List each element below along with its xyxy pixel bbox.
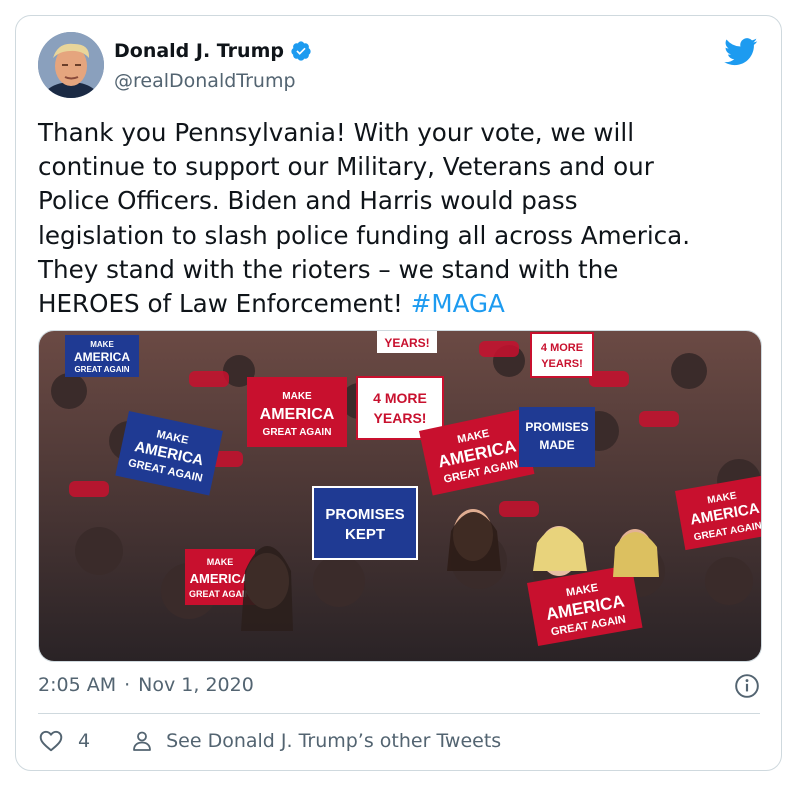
profile-icon: [133, 731, 151, 751]
tweet-text: Thank you Pennsylvania! With your vote, …: [38, 116, 768, 321]
info-icon[interactable]: [734, 673, 760, 699]
verified-badge-icon: [291, 41, 311, 61]
sign-text: YEARS!: [384, 336, 429, 350]
see-other-tweets-label: See Donald J. Trump’s other Tweets: [166, 730, 502, 752]
sign-text: PROMISES: [325, 506, 404, 523]
avatar[interactable]: [38, 32, 104, 98]
see-other-tweets-link[interactable]: See Donald J. Trump’s other Tweets: [130, 729, 501, 753]
sign-text: GREAT AGAIN: [263, 427, 332, 438]
rally-crowd-photo: 4 MORE YEARS! MAKE AMERICA GREAT AGAIN M…: [39, 331, 761, 661]
tweet-line: continue to support our Military, Vetera…: [38, 152, 654, 182]
sign-promises-made: PROMISES MADE: [519, 407, 595, 467]
tweet-line: legislation to slash police funding all …: [38, 220, 691, 250]
sign-text: MAKE: [282, 391, 312, 402]
sign-text: GREAT AGAIN: [74, 365, 129, 374]
tweet-time[interactable]: 2:05 AM: [38, 674, 116, 696]
tweet-date[interactable]: Nov 1, 2020: [138, 674, 254, 696]
sign-text: MAKE: [90, 340, 114, 349]
divider: [38, 713, 760, 714]
author-name-row[interactable]: Donald J. Trump: [114, 40, 312, 62]
author-handle[interactable]: @realDonaldTrump: [114, 70, 296, 92]
tweet-timestamp[interactable]: 2:05 AM · Nov 1, 2020: [38, 674, 254, 696]
tweet-line: Police Officers. Biden and Harris would …: [38, 186, 578, 216]
like-count: 4: [78, 730, 91, 752]
like-button[interactable]: 4: [38, 728, 90, 754]
tweet-line: They stand with the rioters – we stand w…: [38, 254, 619, 284]
sign-make-america-great-again: MAKE AMERICA GREAT AGAIN: [247, 377, 347, 447]
sign-text: 4 MORE: [373, 390, 427, 406]
twitter-bird-icon[interactable]: [724, 38, 758, 66]
timestamp-separator: ·: [124, 674, 131, 696]
sign-text: MADE: [539, 438, 574, 452]
sign-text: MAKE: [207, 557, 234, 567]
sign-text: 4 MORE: [541, 342, 583, 354]
sign-text: KEPT: [345, 526, 385, 543]
sign-text: GREAT AGAIN: [189, 589, 251, 599]
tweet-line: Thank you Pennsylvania! With your vote, …: [38, 118, 635, 147]
sign-text: AMERICA: [190, 571, 251, 586]
tweet-line: HEROES of Law Enforcement!: [38, 289, 403, 319]
avatar-portrait-icon: [38, 32, 104, 98]
tweet-media-photo[interactable]: 4 MORE YEARS! MAKE AMERICA GREAT AGAIN M…: [38, 330, 762, 662]
sign-text: AMERICA: [260, 406, 335, 423]
sign-make-america-great-again-left: MAKE AMERICA GREAT AGAIN: [65, 335, 139, 377]
sign-4-more-years-top: 4 MORE YEARS!: [530, 332, 594, 378]
display-name[interactable]: Donald J. Trump: [114, 40, 284, 62]
tweet-card[interactable]: Donald J. Trump @realDonaldTrump Thank y…: [15, 15, 782, 771]
tweet-action-bar: 4 See Donald J. Trump’s other Tweets: [38, 728, 501, 754]
sign-years: YEARS!: [377, 331, 437, 353]
sign-text: AMERICA: [74, 350, 130, 364]
sign-text: PROMISES: [525, 420, 588, 434]
sign-text: YEARS!: [374, 410, 427, 426]
sign-promises-kept: PROMISES KEPT: [312, 486, 418, 560]
sign-text: YEARS!: [541, 358, 583, 370]
hashtag-link[interactable]: #MAGA: [411, 289, 505, 318]
heart-icon: [39, 730, 63, 752]
